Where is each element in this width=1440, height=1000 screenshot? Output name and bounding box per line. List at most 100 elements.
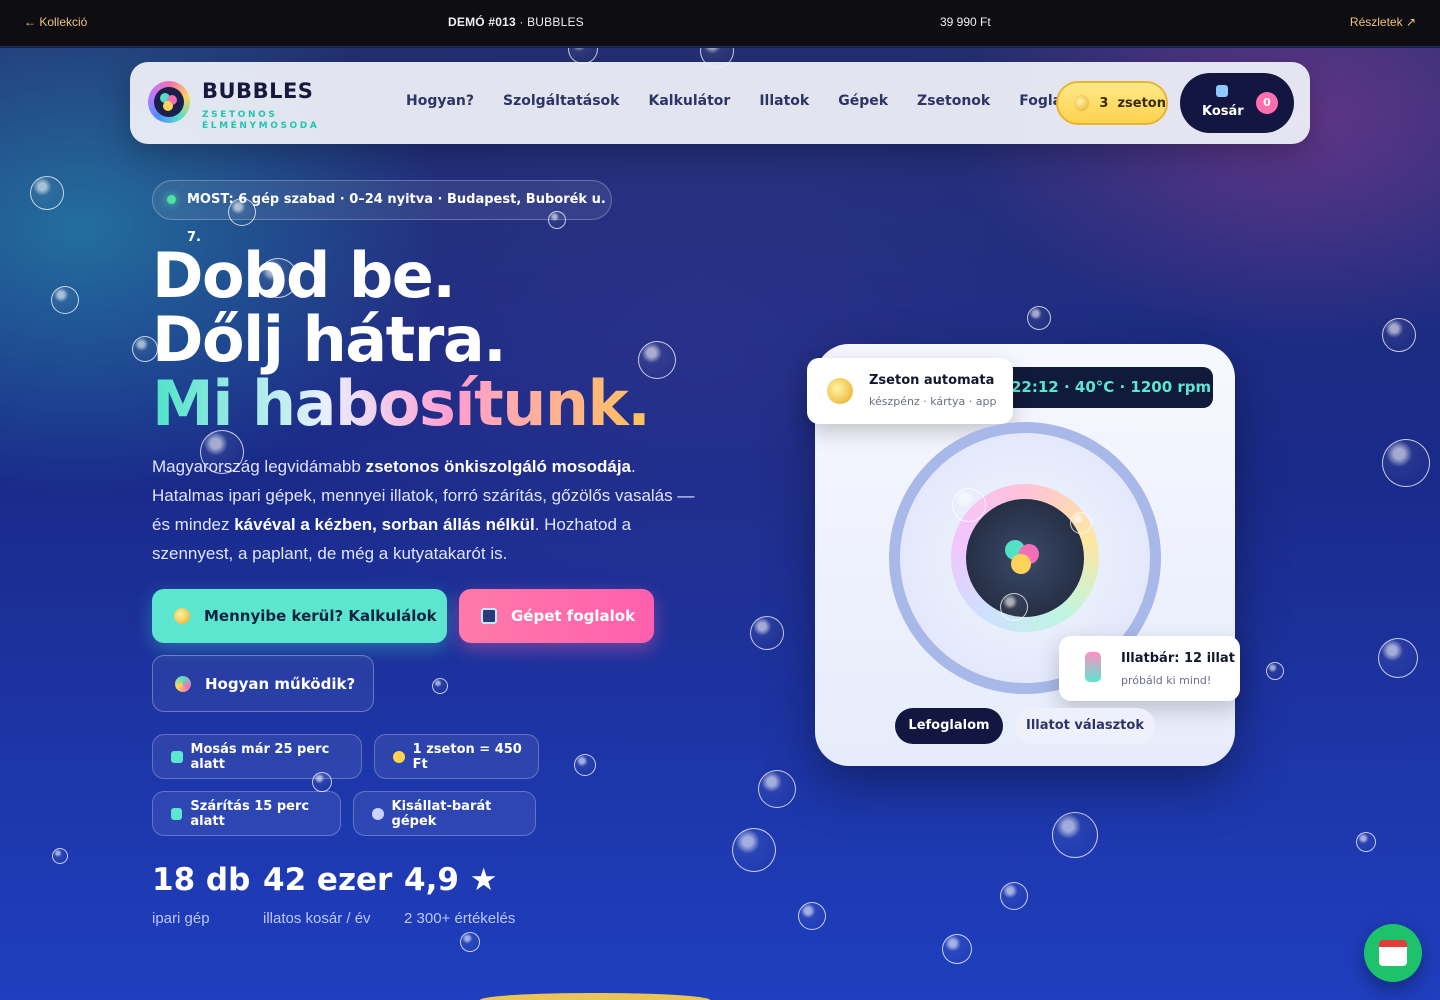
cart-icon	[1216, 85, 1228, 97]
feature-chip-token-price: 1 zseton = 450 Ft	[374, 734, 539, 779]
lead-part-1: Magyarország legvidámabb	[152, 457, 366, 476]
demo-title: DEMÓ #013 · BUBBLES	[448, 15, 584, 29]
booking-fab-button[interactable]	[1364, 924, 1422, 982]
bubble-decoration	[798, 902, 826, 930]
stat-machines-value: 18 db	[152, 862, 251, 898]
stat-rating-value: 4,9 ★	[404, 862, 498, 898]
nav-links: Hogyan? Szolgáltatások Kalkulátor Illato…	[406, 93, 1114, 109]
feature-chip-pet-friendly: Kisállat-barát gépek	[353, 791, 536, 836]
lead-part-2: zsetonos önkiszolgáló mosodája	[365, 457, 631, 476]
live-status-text: MOST: 6 gép szabad · 0–24 nyitva · Budap…	[187, 192, 606, 245]
token-machine-title: Zseton automata	[869, 373, 995, 388]
calculator-cta-button[interactable]: Mennyibe kerül? Kalkulálok	[152, 589, 447, 643]
logo-icon[interactable]	[148, 81, 190, 123]
stopwatch-icon	[171, 750, 183, 763]
headline-line-1: Dobd be.	[152, 239, 456, 312]
lead-part-4: kávéval a kézben, sorban állás nélkül	[234, 515, 535, 534]
bubble-decoration	[750, 616, 784, 650]
book-now-button[interactable]: Lefoglalom	[895, 708, 1003, 744]
demo-title-name: · BUBBLES	[515, 15, 584, 29]
bubble-decoration	[952, 488, 986, 522]
bubbles-icon	[175, 675, 191, 692]
headline-line-2: Dőlj hátra.	[152, 303, 507, 376]
details-link[interactable]: Részletek ↗	[1350, 15, 1416, 29]
scent-bar-card: Illatbár: 12 illat próbáld ki mind!	[1059, 636, 1240, 701]
token-machine-subtitle: készpénz · kártya · app	[869, 395, 997, 408]
brand-name[interactable]: BUBBLES	[202, 79, 313, 103]
bubble-decoration	[1027, 306, 1051, 330]
stat-rating-label: 2 300+ értékelés	[404, 910, 516, 927]
brand-tagline: ZSETONOS ÉLMÉNYMOSODA	[202, 110, 320, 131]
cart-count-badge: 0	[1256, 92, 1278, 114]
bubble-decoration	[51, 286, 79, 314]
feature-chip-label: 1 zseton = 450 Ft	[412, 741, 522, 772]
bubble-decoration	[574, 754, 596, 776]
soap-bottle-icon	[1085, 652, 1101, 682]
hero-lead-text: Magyarország legvidámabb zsetonos önkisz…	[152, 452, 712, 568]
bubble-decoration	[1382, 318, 1416, 352]
book-machine-cta-label: Gépet foglalok	[511, 607, 636, 625]
bubble-decoration	[1382, 439, 1430, 487]
stat-baskets-value: 42 ezer	[263, 862, 393, 898]
token-label: zseton	[1117, 95, 1166, 111]
coin-icon	[174, 608, 190, 624]
bubble-decoration	[1000, 593, 1028, 621]
bubble-decoration	[1266, 662, 1284, 680]
back-to-collection-link[interactable]: ← Kollekció	[24, 15, 87, 29]
demo-title-number: DEMÓ #013	[448, 15, 516, 29]
main-navigation: BUBBLES ZSETONOS ÉLMÉNYMOSODA Hogyan? Sz…	[130, 62, 1310, 144]
feature-chip-dry-time: Szárítás 15 perc alatt	[152, 791, 341, 836]
headline-line-3: Mi habosítunk.	[152, 367, 651, 440]
feature-chip-label: Kisállat-barát gépek	[391, 798, 492, 829]
nav-link-services[interactable]: Szolgáltatások	[503, 93, 619, 109]
scent-bar-subtitle: próbáld ki mind!	[1121, 674, 1212, 687]
feature-chip-label: Mosás már 25 perc alatt	[190, 741, 330, 772]
bubble-decoration	[460, 932, 480, 952]
washing-machine-icon	[481, 608, 497, 624]
bubble-decoration	[1378, 638, 1418, 678]
choose-scent-button[interactable]: Illatot választok	[1015, 708, 1155, 744]
coin-icon	[1074, 95, 1090, 111]
feature-chip-label: Szárítás 15 perc alatt	[190, 798, 310, 829]
bubble-decoration	[1052, 812, 1098, 858]
how-it-works-button[interactable]: Hogyan működik?	[152, 655, 374, 712]
section-divider-glow	[480, 993, 710, 1000]
dryer-icon	[171, 807, 183, 820]
stat-baskets-label: illatos kosár / év	[263, 910, 371, 927]
calendar-icon	[1379, 940, 1407, 966]
machine-readout: 22:12 · 40°C · 1200 rpm	[1003, 367, 1213, 408]
bubble-decoration	[1070, 512, 1092, 534]
bubble-decoration	[1356, 832, 1376, 852]
token-count: 3	[1099, 95, 1109, 111]
demo-topbar: ← Kollekció DEMÓ #013 · BUBBLES 39 990 F…	[0, 0, 1440, 47]
calculator-cta-label: Mennyibe kerül? Kalkulálok	[204, 607, 437, 625]
how-it-works-label: Hogyan működik?	[205, 674, 356, 693]
bubble-decoration	[52, 848, 68, 864]
coin-icon	[393, 750, 405, 763]
hero-headline: Dobd be. Dőlj hátra. Mi habosítunk.	[152, 239, 651, 440]
bubble-decoration	[732, 828, 776, 872]
feature-chip-wash-time: Mosás már 25 perc alatt	[152, 734, 362, 779]
hero-section: BUBBLES ZSETONOS ÉLMÉNYMOSODA Hogyan? Sz…	[0, 48, 1440, 1000]
nav-link-calculator[interactable]: Kalkulátor	[649, 93, 731, 109]
bubble-decoration	[30, 176, 64, 210]
bubble-decoration	[942, 934, 972, 964]
token-balance-button[interactable]: 3 zseton	[1056, 81, 1168, 125]
coin-stack-icon	[827, 378, 853, 404]
nav-link-machines[interactable]: Gépek	[838, 93, 888, 109]
nav-link-scents[interactable]: Illatok	[759, 93, 809, 109]
stat-machines-label: ipari gép	[152, 910, 210, 927]
scent-bar-title: Illatbár: 12 illat	[1121, 651, 1235, 666]
laundry-balls-icon	[1005, 538, 1045, 578]
live-dot-icon	[167, 195, 176, 204]
live-status-pill: MOST: 6 gép szabad · 0–24 nyitva · Budap…	[152, 180, 612, 245]
paw-icon	[372, 807, 384, 820]
cart-button[interactable]: Kosár 0	[1180, 73, 1294, 133]
nav-link-tokens[interactable]: Zsetonok	[917, 93, 990, 109]
book-machine-cta-button[interactable]: Gépet foglalok	[459, 589, 654, 643]
demo-price: 39 990 Ft	[940, 15, 991, 29]
cart-label: Kosár	[1202, 104, 1244, 119]
nav-link-how[interactable]: Hogyan?	[406, 93, 474, 109]
bubble-decoration	[1000, 882, 1028, 910]
bubble-decoration	[758, 770, 796, 808]
